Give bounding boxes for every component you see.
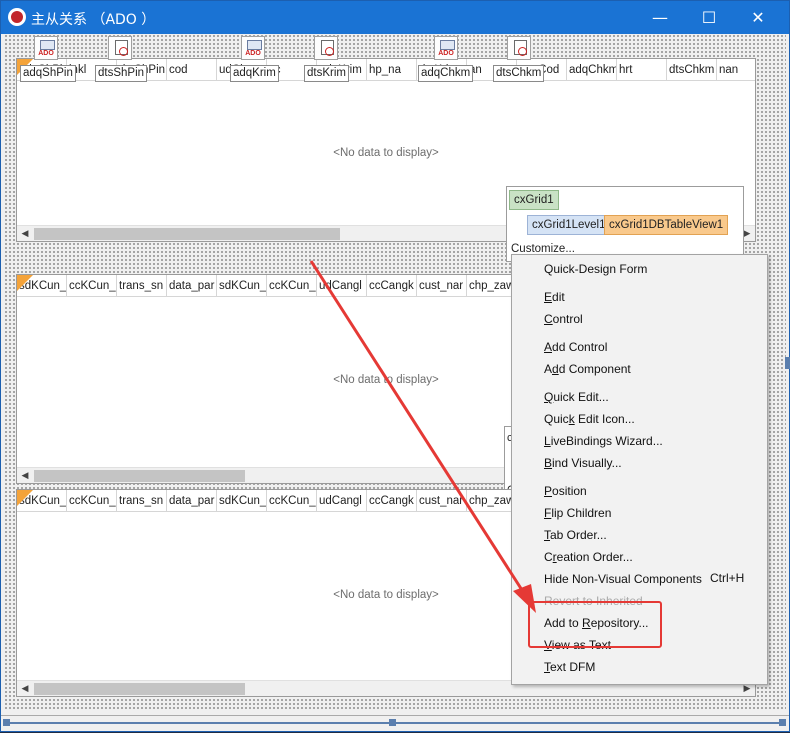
grid2-column-header-cell[interactable]: cust_nar xyxy=(417,275,467,296)
window-title: 主从关系 （ADO ） xyxy=(31,12,156,28)
grid1-column-header-cell[interactable]: adqChkm xyxy=(567,59,617,80)
struct-level-node[interactable]: cxGrid1Level1 xyxy=(527,215,611,235)
menu-item[interactable]: LiveBindings Wizard... xyxy=(544,434,663,448)
data-source-icon[interactable] xyxy=(108,36,132,60)
grid3-column-header-cell[interactable]: data_par xyxy=(167,490,217,511)
menu-item[interactable]: Quick-Design Form xyxy=(544,262,647,276)
menu-item[interactable]: Add Component xyxy=(544,362,631,376)
grid1-column-header-cell[interactable]: hrt xyxy=(617,59,667,80)
grid2-column-header-cell[interactable]: ccKCun_ xyxy=(267,275,317,296)
grid1-column-header-cell[interactable]: cod xyxy=(167,59,217,80)
menu-item[interactable]: Flip Children xyxy=(544,506,611,520)
menu-item[interactable]: Position xyxy=(544,484,587,498)
menu-item[interactable]: Text DFM xyxy=(544,660,595,674)
data-source-icon[interactable] xyxy=(314,36,338,60)
grid2-scroll-thumb[interactable] xyxy=(34,470,245,482)
splitter-handle[interactable] xyxy=(779,719,786,726)
menu-item[interactable]: Tab Order... xyxy=(544,528,607,542)
menu-item[interactable]: Edit xyxy=(544,290,565,304)
grid2-column-header-cell[interactable]: ccKCun_ xyxy=(67,275,117,296)
grid1-scroll-thumb[interactable] xyxy=(34,228,340,240)
title-bar[interactable]: 主从关系 （ADO ） — ☐ ✕ xyxy=(1,1,789,34)
menu-item[interactable]: Control xyxy=(544,312,583,326)
component-label-adqshpin[interactable]: adqShPin xyxy=(20,65,76,82)
delphi-app-icon xyxy=(8,8,26,26)
ado-query-icon[interactable]: ADO xyxy=(34,36,58,60)
bottom-splitter[interactable] xyxy=(1,715,789,731)
grid3-column-header-cell[interactable]: udCangl xyxy=(317,490,367,511)
grid1-column-header-cell[interactable]: nan xyxy=(717,59,755,80)
struct-view-node[interactable]: cxGrid1DBTableView1 xyxy=(604,215,729,235)
grid3-scroll-thumb[interactable] xyxy=(34,683,245,695)
grid2-column-header-cell[interactable]: trans_sn xyxy=(117,275,167,296)
form-designer-window: 主从关系 （ADO ） — ☐ ✕ adqShPininkldtsShPinco… xyxy=(0,0,790,732)
component-label-adqchkm[interactable]: adqChkm xyxy=(418,65,474,82)
data-source-icon[interactable] xyxy=(507,36,531,60)
menu-item[interactable]: Hide Non-Visual Components xyxy=(544,572,702,586)
scroll-left-icon[interactable]: ◀ xyxy=(17,226,33,241)
grid3-column-header-cell[interactable]: ccKCun_ xyxy=(267,490,317,511)
grid2-column-header-cell[interactable]: ccCangk xyxy=(367,275,417,296)
menu-item[interactable]: Quick Edit... xyxy=(544,390,609,404)
grid3-column-header-cell[interactable]: cust_nar xyxy=(417,490,467,511)
menu-item[interactable]: Quick Edit Icon... xyxy=(544,412,635,426)
grid3-column-header-cell[interactable]: ccKCun_ xyxy=(67,490,117,511)
struct-grid-node[interactable]: cxGrid1 xyxy=(509,190,559,210)
grid2-column-header-cell[interactable]: sdKCun_ xyxy=(217,275,267,296)
ado-query-icon[interactable]: ADO xyxy=(241,36,265,60)
right-resize-handle[interactable] xyxy=(785,357,790,369)
component-label-dtschkm[interactable]: dtsChkm xyxy=(493,65,545,82)
ado-query-icon[interactable]: ADO xyxy=(434,36,458,60)
grid-corner-icon xyxy=(17,490,33,506)
component-label-dtskrim[interactable]: dtsKrim xyxy=(304,65,349,82)
splitter-handle[interactable] xyxy=(389,719,396,726)
close-button[interactable]: ✕ xyxy=(735,1,781,34)
grid-corner-icon xyxy=(17,275,33,291)
annotation-highlight-box xyxy=(528,601,662,648)
component-label-adqkrim[interactable]: adqKrim xyxy=(230,65,279,82)
menu-item[interactable]: Add Control xyxy=(544,340,607,354)
grid1-column-header-cell[interactable]: hp_na xyxy=(367,59,417,80)
grid2-column-header-cell[interactable]: chp_zaw xyxy=(467,275,517,296)
grid1-column-header-cell[interactable]: dtsChkm xyxy=(667,59,717,80)
grid3-column-header-cell[interactable]: sdKCun_ xyxy=(217,490,267,511)
hide-nonvisual-shortcut: Ctrl+H xyxy=(710,571,745,585)
menu-item[interactable]: Bind Visually... xyxy=(544,456,622,470)
scroll-left-icon[interactable]: ◀ xyxy=(17,468,33,483)
grid3-column-header-cell[interactable]: chp_zaw xyxy=(467,490,517,511)
splitter-handle[interactable] xyxy=(3,719,10,726)
minimize-button[interactable]: — xyxy=(637,1,683,34)
component-label-dtsshpin[interactable]: dtsShPin xyxy=(95,65,148,82)
scroll-left-icon[interactable]: ◀ xyxy=(17,681,33,696)
grid3-column-header-cell[interactable]: ccCangk xyxy=(367,490,417,511)
menu-item[interactable]: Creation Order... xyxy=(544,550,633,564)
grid3-column-header-cell[interactable]: trans_sn xyxy=(117,490,167,511)
grid-structure-navigator: cxGrid1 cxGrid1Level1 cxGrid1DBTableView… xyxy=(506,186,744,262)
maximize-button[interactable]: ☐ xyxy=(686,1,732,34)
grid2-column-header-cell[interactable]: udCangl xyxy=(317,275,367,296)
grid1-no-data-text: <No data to display> xyxy=(333,147,439,159)
grid2-column-header-cell[interactable]: data_par xyxy=(167,275,217,296)
